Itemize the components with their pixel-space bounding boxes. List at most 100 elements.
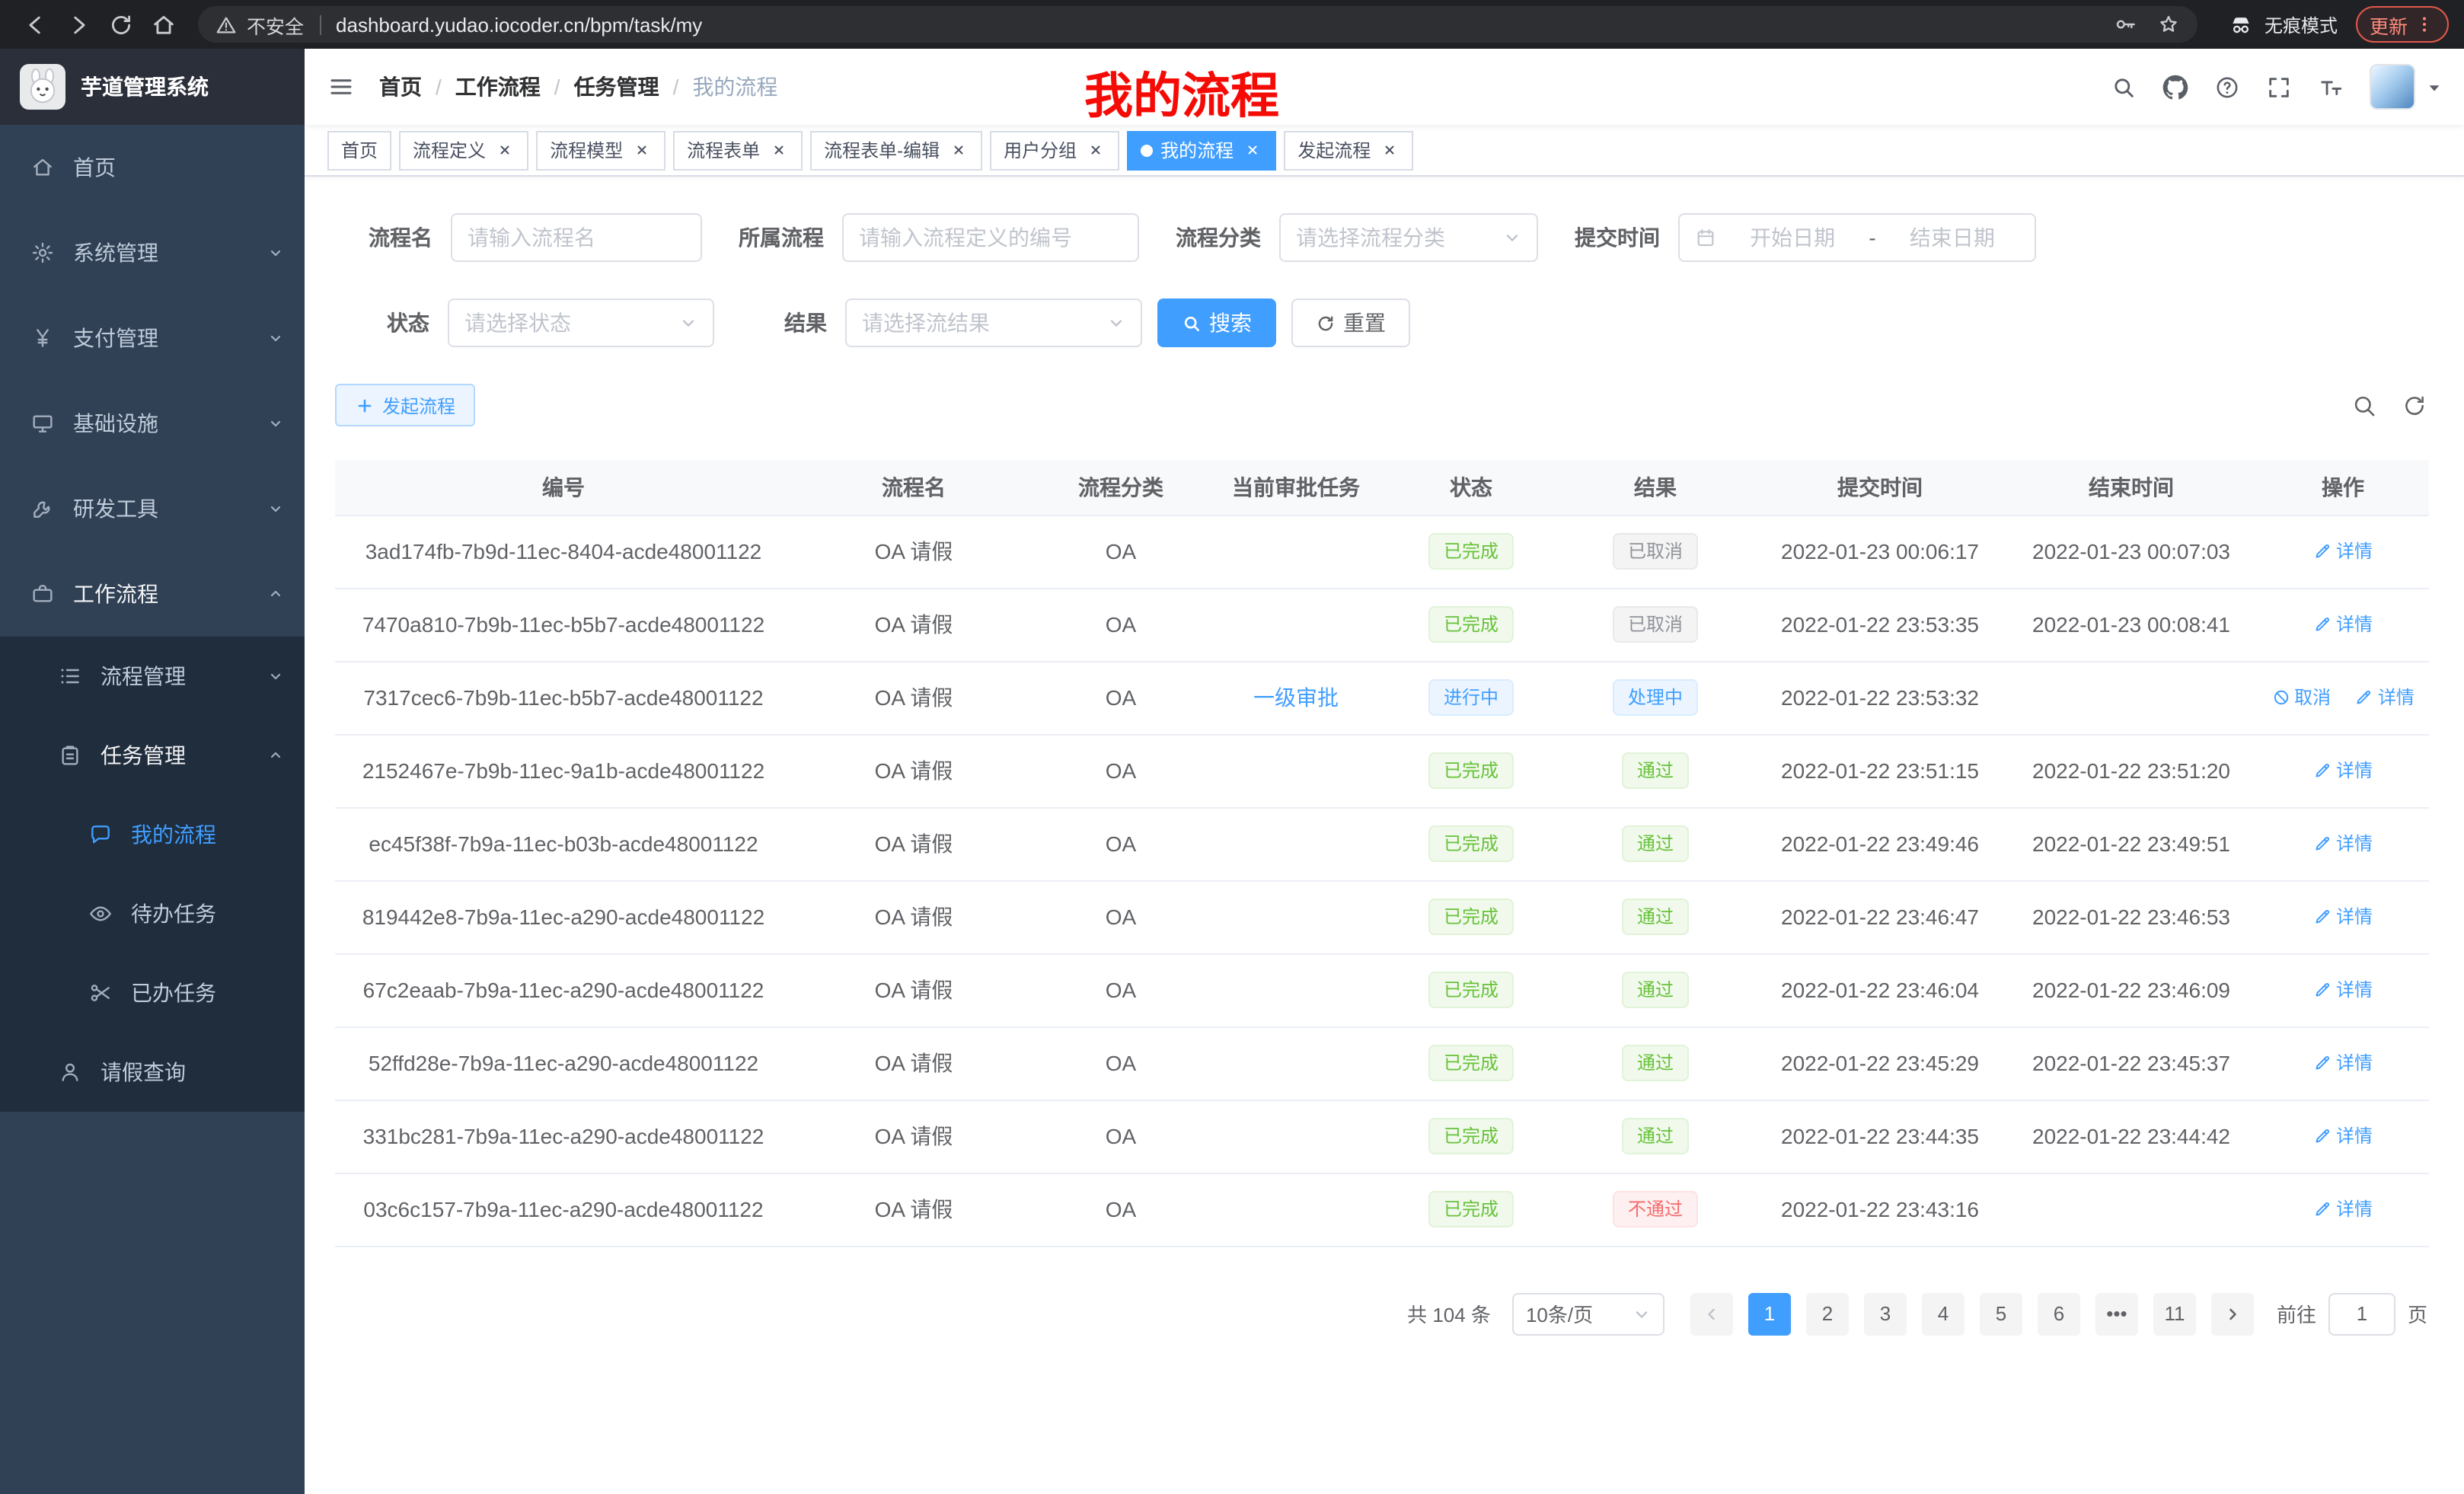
sidebar-item-workflow[interactable]: 工作流程	[0, 551, 305, 637]
sidebar-item-label: 我的流程	[131, 819, 216, 850]
result-select[interactable]: 请选择流结果	[845, 298, 1142, 347]
page-button[interactable]: 6	[2038, 1292, 2080, 1335]
tag-view-tab[interactable]: 流程模型	[536, 130, 665, 170]
tab-close-icon[interactable]	[630, 139, 652, 161]
tab-close-icon[interactable]	[947, 139, 969, 161]
detail-link[interactable]: 详情	[2313, 904, 2373, 930]
tag-view-tab[interactable]: 流程定义	[399, 130, 528, 170]
home-button[interactable]	[143, 5, 183, 44]
cell-end-time: 2022-01-23 00:07:03	[2006, 515, 2257, 588]
process-name-input[interactable]	[468, 225, 685, 250]
avatar[interactable]	[2370, 64, 2415, 110]
hamburger-icon[interactable]	[327, 73, 355, 101]
category-select[interactable]: 请选择流程分类	[1279, 213, 1538, 262]
breadcrumb-item[interactable]: 首页	[379, 72, 422, 102]
sidebar-item-todo-tasks[interactable]: 待办任务	[0, 874, 305, 953]
search-icon[interactable]	[2111, 74, 2137, 100]
address-bar[interactable]: 不安全 dashboard.yudao.iocoder.cn/bpm/task/…	[198, 6, 2197, 43]
tag-view-tab[interactable]: 用户分组	[990, 130, 1119, 170]
sidebar-item-infrastructure[interactable]: 基础设施	[0, 381, 305, 466]
pager-prev-button[interactable]	[1690, 1292, 1733, 1335]
detail-link[interactable]: 详情	[2313, 538, 2373, 564]
forward-button[interactable]	[58, 5, 97, 44]
page-button[interactable]: 11	[2153, 1292, 2196, 1335]
browser-menu-icon[interactable]	[2414, 14, 2435, 35]
detail-link[interactable]: 详情	[2313, 1196, 2373, 1222]
sidebar-item-my-process[interactable]: 我的流程	[0, 795, 305, 874]
cell-actions: 详情	[2257, 953, 2429, 1026]
page-button[interactable]: 4	[1922, 1292, 1964, 1335]
sidebar-item-devtools[interactable]: 研发工具	[0, 466, 305, 551]
edit-icon	[2313, 615, 2332, 634]
reload-button[interactable]	[101, 5, 140, 44]
owner-process-input[interactable]	[859, 225, 1122, 250]
cell-end-time	[2006, 1173, 2257, 1246]
tab-close-icon[interactable]	[1084, 139, 1106, 161]
security-warning-icon[interactable]	[215, 13, 238, 36]
refresh-table-icon[interactable]	[2402, 392, 2427, 418]
key-icon[interactable]	[2114, 12, 2138, 37]
result-badge: 通过	[1622, 1045, 1689, 1081]
page-button[interactable]: 2	[1806, 1292, 1849, 1335]
page-size-select[interactable]: 10条/页	[1512, 1292, 1664, 1335]
font-size-icon[interactable]	[2318, 74, 2344, 100]
detail-link[interactable]: 详情	[2313, 1050, 2373, 1076]
fullscreen-icon[interactable]	[2266, 74, 2292, 100]
detail-link[interactable]: 详情	[2313, 831, 2373, 857]
tag-view-tab[interactable]: 流程表单	[673, 130, 803, 170]
search-toggle-icon[interactable]	[2351, 392, 2377, 418]
cell-category: OA	[1036, 515, 1206, 588]
breadcrumb-item[interactable]: 工作流程	[455, 72, 541, 102]
cell-process-id: 819442e8-7b9a-11ec-a290-acde48001122	[335, 880, 792, 953]
user-menu[interactable]	[2370, 64, 2443, 110]
tab-close-icon[interactable]	[1241, 139, 1262, 161]
help-icon[interactable]	[2214, 74, 2240, 100]
page-button[interactable]: 1	[1748, 1292, 1791, 1335]
tag-view-tab[interactable]: 流程表单-编辑	[810, 130, 982, 170]
update-button[interactable]: 更新	[2356, 6, 2449, 43]
detail-link[interactable]: 详情	[2313, 758, 2373, 784]
reset-button[interactable]: 重置	[1291, 298, 1410, 347]
edit-icon	[2313, 908, 2332, 926]
detail-link[interactable]: 详情	[2313, 611, 2373, 637]
sidebar-item-done-tasks[interactable]: 已办任务	[0, 953, 305, 1033]
github-icon[interactable]	[2162, 74, 2188, 100]
goto-page-input[interactable]	[2328, 1292, 2395, 1335]
page-button[interactable]: •••	[2095, 1292, 2138, 1335]
tab-close-icon[interactable]	[493, 139, 515, 161]
sidebar-item-leave-query[interactable]: 请假查询	[0, 1033, 305, 1112]
sidebar-item-system[interactable]: 系统管理	[0, 210, 305, 295]
create-process-button[interactable]: 发起流程	[335, 384, 475, 426]
table-row: 7470a810-7b9b-11ec-b5b7-acde48001122 OA …	[335, 588, 2429, 661]
pager-next-button[interactable]	[2211, 1292, 2254, 1335]
detail-link[interactable]: 详情	[2313, 977, 2373, 1003]
tab-close-icon[interactable]	[768, 139, 789, 161]
clipboard-icon	[58, 743, 82, 768]
owner-process-field[interactable]	[842, 213, 1139, 262]
submit-time-range-picker[interactable]: 开始日期 - 结束日期	[1678, 213, 2036, 262]
tag-view-tab[interactable]: 我的流程	[1127, 130, 1276, 170]
sidebar-item-task-management[interactable]: 任务管理	[0, 716, 305, 795]
approval-task-link[interactable]: 一级审批	[1253, 685, 1339, 710]
back-button[interactable]	[15, 5, 55, 44]
process-name-field[interactable]	[451, 213, 702, 262]
cancel-link[interactable]: 取消	[2271, 685, 2331, 710]
sidebar-item-process-management[interactable]: 流程管理	[0, 637, 305, 716]
bookmark-star-icon[interactable]	[2156, 12, 2181, 37]
tag-view-tab[interactable]: 首页	[327, 130, 391, 170]
sidebar-item-home[interactable]: 首页	[0, 125, 305, 210]
search-button[interactable]: 搜索	[1157, 298, 1276, 347]
tab-close-icon[interactable]	[1378, 139, 1400, 161]
page-button[interactable]: 5	[1980, 1292, 2022, 1335]
tag-view-tab[interactable]: 发起流程	[1284, 130, 1413, 170]
logo-bar: 芋道管理系统	[0, 49, 305, 125]
cell-process-id: 7470a810-7b9b-11ec-b5b7-acde48001122	[335, 588, 792, 661]
detail-link[interactable]: 详情	[2355, 685, 2415, 710]
sidebar-item-payment[interactable]: 支付管理	[0, 295, 305, 381]
page-url[interactable]: dashboard.yudao.iocoder.cn/bpm/task/my	[336, 13, 702, 36]
status-select[interactable]: 请选择状态	[448, 298, 714, 347]
breadcrumb-item[interactable]: 任务管理	[574, 72, 659, 102]
search-button-label: 搜索	[1209, 308, 1252, 338]
detail-link[interactable]: 详情	[2313, 1123, 2373, 1149]
page-button[interactable]: 3	[1864, 1292, 1907, 1335]
